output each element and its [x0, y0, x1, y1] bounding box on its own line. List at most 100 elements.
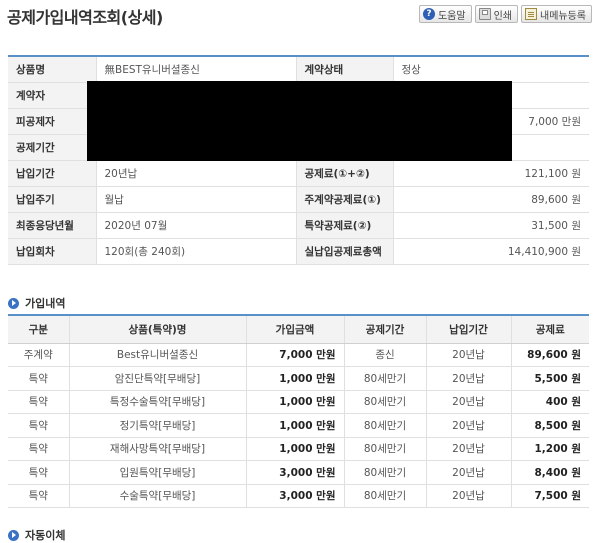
cell-pay: 20년납 [426, 366, 512, 391]
col-header-period: 공제기간 [344, 315, 427, 344]
last-due-label: 최종응당년월 [8, 212, 97, 239]
cell-type: 특약 [8, 460, 70, 485]
contractor-label: 계약자 [8, 82, 97, 109]
cell-premium: 5,500 원 [511, 366, 589, 391]
pay-period-value: 20년납 [96, 160, 296, 187]
insured-label: 피공제자 [8, 108, 97, 135]
auto-transfer-section-title-label: 자동이체 [25, 529, 66, 542]
pay-cycle-label: 납입주기 [8, 186, 97, 213]
col-header-premium: 공제료 [511, 315, 589, 344]
section-bullet-icon [8, 529, 19, 541]
cell-pay: 20년납 [426, 460, 512, 485]
cell-period: 종신 [344, 343, 427, 367]
cell-type: 특약 [8, 413, 70, 438]
cell-name: Best유니버셜종신 [69, 343, 247, 367]
cell-amount: 1,000 만원 [246, 413, 345, 438]
print-button-label: 인쇄 [493, 10, 512, 22]
premium-total-value: 121,100 원 [393, 160, 589, 187]
last-due-value: 2020년 07월 [96, 212, 296, 239]
premium-total-label: 공제료(①+②) [295, 160, 394, 187]
cell-name: 정기특약[무배당] [69, 413, 247, 438]
cell-type: 특약 [8, 390, 70, 414]
auto-transfer-section-title: 자동이체 [8, 527, 65, 543]
join-details-table: 구분 상품(특약)명 가입금액 공제기간 납입기간 공제료 주계약 Best유니버… [8, 314, 589, 508]
cell-type: 특약 [8, 484, 70, 508]
cell-premium: 89,600 원 [511, 343, 589, 367]
add-my-menu-button[interactable]: 내메뉴등록 [521, 5, 592, 23]
cell-amount: 1,000 만원 [246, 437, 345, 461]
cell-type: 특약 [8, 366, 70, 391]
main-premium-label: 주계약공제료(①) [295, 186, 394, 213]
cell-pay: 20년납 [426, 437, 512, 461]
toolbar: ? 도움말 인쇄 내메뉴등록 [418, 5, 592, 23]
cell-type: 주계약 [8, 343, 70, 367]
cell-premium: 7,500 원 [511, 484, 589, 508]
table-row: 납입회차 120회(총 240회) 실납입공제료총액 14,410,900 원 [8, 238, 589, 265]
cell-period: 80세만기 [344, 366, 427, 391]
help-button[interactable]: ? 도움말 [418, 5, 472, 23]
join-section-title-label: 가입내역 [25, 297, 66, 310]
pay-period-label: 납입기간 [8, 160, 97, 187]
pay-count-label: 납입회차 [8, 238, 97, 265]
cell-period: 80세만기 [344, 390, 427, 414]
print-button[interactable]: 인쇄 [474, 5, 518, 23]
cell-premium: 1,200 원 [511, 437, 589, 461]
product-label: 상품명 [8, 56, 97, 83]
table-row: 특약 특정수술특약[무배당] 1,000 만원 80세만기 20년납 400 원 [8, 390, 589, 414]
paid-total-value: 14,410,900 원 [393, 238, 589, 265]
cell-period: 80세만기 [344, 437, 427, 461]
cell-pay: 20년납 [426, 484, 512, 508]
col-header-name: 상품(특약)명 [69, 315, 247, 344]
table-row: 특약 재해사망특약[무배당] 1,000 만원 80세만기 20년납 1,200 원 [8, 437, 589, 461]
page-title: 공제가입내역조회(상세) [7, 8, 163, 27]
cell-pay: 20년납 [426, 413, 512, 438]
cell-pay: 20년납 [426, 343, 512, 367]
table-row: 특약 암진단특약[무배당] 1,000 만원 80세만기 20년납 5,500 원 [8, 366, 589, 391]
rider-premium-label: 특약공제료(②) [295, 212, 394, 239]
cell-period: 80세만기 [344, 484, 427, 508]
cell-type: 특약 [8, 437, 70, 461]
cell-pay: 20년납 [426, 390, 512, 414]
bookmark-icon [525, 8, 537, 20]
cell-amount: 1,000 만원 [246, 390, 345, 414]
cell-amount: 3,000 만원 [246, 460, 345, 485]
status-value: 정상 [393, 56, 589, 83]
col-header-amount: 가입금액 [246, 315, 345, 344]
table-row: 특약 입원특약[무배당] 3,000 만원 80세만기 20년납 8,400 원 [8, 460, 589, 485]
join-section-title: 가입내역 [8, 295, 65, 311]
cell-premium: 8,400 원 [511, 460, 589, 485]
help-button-label: 도움말 [437, 10, 466, 22]
rider-premium-value: 31,500 원 [393, 212, 589, 239]
cell-amount: 1,000 만원 [246, 366, 345, 391]
col-header-pay: 납입기간 [426, 315, 512, 344]
table-row: 납입기간 20년납 공제료(①+②) 121,100 원 [8, 160, 589, 187]
cell-amount: 3,000 만원 [246, 484, 345, 508]
cell-name: 재해사망특약[무배당] [69, 437, 247, 461]
cell-name: 수술특약[무배당] [69, 484, 247, 508]
table-row: 최종응당년월 2020년 07월 특약공제료(②) 31,500 원 [8, 212, 589, 239]
pay-count-value: 120회(총 240회) [96, 238, 296, 265]
cell-period: 80세만기 [344, 460, 427, 485]
cell-premium: 8,500 원 [511, 413, 589, 438]
table-row: 특약 정기특약[무배당] 1,000 만원 80세만기 20년납 8,500 원 [8, 413, 589, 438]
cell-amount: 7,000 만원 [246, 343, 345, 367]
redaction-block [87, 81, 512, 161]
cell-period: 80세만기 [344, 413, 427, 438]
product-value: 無BEST유니버셜종신 [96, 56, 296, 83]
add-my-menu-button-label: 내메뉴등록 [540, 10, 586, 22]
period-label: 공제기간 [8, 134, 97, 161]
section-bullet-icon [8, 297, 19, 309]
table-header-row: 구분 상품(특약)명 가입금액 공제기간 납입기간 공제료 [8, 315, 589, 344]
cell-name: 암진단특약[무배당] [69, 366, 247, 391]
help-icon: ? [422, 8, 435, 20]
table-row: 특약 수술특약[무배당] 3,000 만원 80세만기 20년납 7,500 원 [8, 484, 589, 508]
col-header-type: 구분 [8, 315, 70, 344]
cell-name: 특정수술특약[무배당] [69, 390, 247, 414]
table-row: 납입주기 월납 주계약공제료(①) 89,600 원 [8, 186, 589, 213]
main-premium-value: 89,600 원 [393, 186, 589, 213]
status-label: 계약상태 [295, 56, 394, 83]
cell-name: 입원특약[무배당] [69, 460, 247, 485]
table-row: 주계약 Best유니버셜종신 7,000 만원 종신 20년납 89,600 원 [8, 343, 589, 367]
print-icon [478, 8, 491, 20]
cell-premium: 400 원 [511, 390, 589, 414]
